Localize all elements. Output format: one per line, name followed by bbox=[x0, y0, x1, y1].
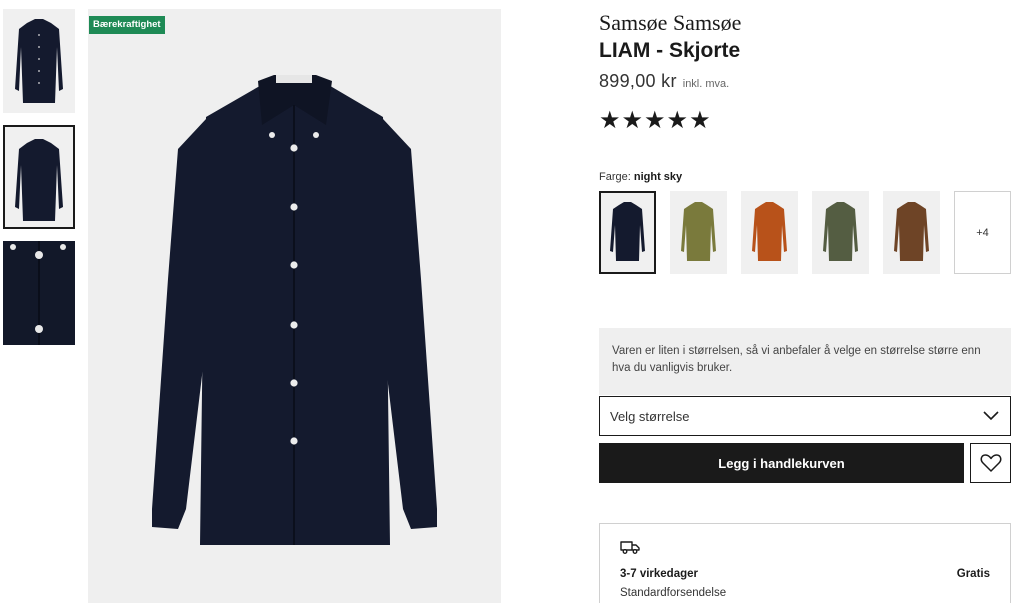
delivery-row: 3-7 virkedager Gratis bbox=[620, 568, 990, 580]
wishlist-button[interactable] bbox=[970, 443, 1011, 483]
color-label-prefix: Farge: bbox=[599, 171, 631, 183]
chevron-down-icon bbox=[983, 411, 999, 421]
thumbnail-back[interactable] bbox=[3, 125, 75, 229]
color-label: Farge: night sky bbox=[599, 171, 682, 183]
price: 899,00 kr bbox=[599, 71, 677, 91]
heart-icon bbox=[980, 454, 1001, 472]
shirt-image bbox=[152, 75, 437, 545]
swatch-brown[interactable] bbox=[883, 191, 940, 274]
more-colors-button[interactable]: +4 bbox=[954, 191, 1011, 274]
product-name: LIAM - Skjorte bbox=[599, 39, 741, 62]
size-select[interactable]: Velg størrelse bbox=[599, 396, 1011, 436]
delivery-days: 3-7 virkedager bbox=[620, 568, 698, 580]
delivery-info: 3-7 virkedager Gratis Standardforsendels… bbox=[599, 523, 1011, 603]
swatch-green[interactable] bbox=[812, 191, 869, 274]
swatch-olive[interactable] bbox=[670, 191, 727, 274]
swatch-orange[interactable] bbox=[741, 191, 798, 274]
product-info: Samsøe Samsøe LIAM - Skjorte 899,00 kr i… bbox=[599, 9, 1011, 603]
rating-stars[interactable]: ★★★★★ bbox=[599, 107, 1011, 135]
color-swatches: +4 bbox=[599, 191, 1024, 274]
selected-color: night sky bbox=[633, 171, 683, 183]
size-notice: Varen er liten i størrelsen, så vi anbef… bbox=[599, 328, 1011, 395]
delivery-method: Standardforsendelse bbox=[620, 587, 727, 599]
swatch-night-sky[interactable] bbox=[599, 191, 656, 274]
thumbnail-front[interactable] bbox=[3, 9, 75, 113]
thumbnail-gallery bbox=[3, 9, 75, 357]
vat-note: inkl. mva. bbox=[682, 78, 730, 90]
delivery-price: Gratis bbox=[956, 568, 990, 580]
size-select-placeholder: Velg størrelse bbox=[610, 408, 690, 424]
add-to-cart-button[interactable]: Legg i handlekurven bbox=[599, 443, 964, 483]
brand-name[interactable]: Samsøe Samsøe bbox=[599, 9, 1011, 37]
thumbnail-detail[interactable] bbox=[3, 241, 75, 345]
truck-icon bbox=[620, 541, 640, 554]
main-product-image[interactable]: Bærekraftighet bbox=[88, 9, 501, 603]
price-row: 899,00 kr inkl. mva. bbox=[599, 71, 1011, 92]
sustainability-badge: Bærekraftighet bbox=[89, 16, 165, 34]
